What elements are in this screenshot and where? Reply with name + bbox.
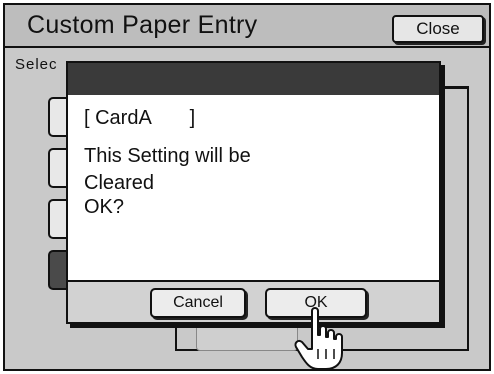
- dialog-footer: Cancel OK: [68, 280, 439, 322]
- message-line-2: Cleared: [84, 172, 155, 194]
- instruction-text: Selec: [15, 56, 58, 73]
- message-line-1: This Setting will be: [84, 145, 251, 167]
- cancel-button[interactable]: Cancel: [150, 288, 246, 318]
- hand-pointer-icon: [294, 307, 343, 370]
- screen-title: Custom Paper Entry: [27, 11, 258, 39]
- entry-name: [ CardA ]: [84, 107, 196, 129]
- title-bar: Custom Paper Entry Close: [5, 5, 489, 48]
- dialog-header: [68, 63, 439, 95]
- message-line-3: OK?: [84, 196, 125, 218]
- close-button[interactable]: Close: [392, 15, 484, 43]
- confirm-dialog: [ CardA ] This Setting will be Cleared O…: [66, 61, 441, 324]
